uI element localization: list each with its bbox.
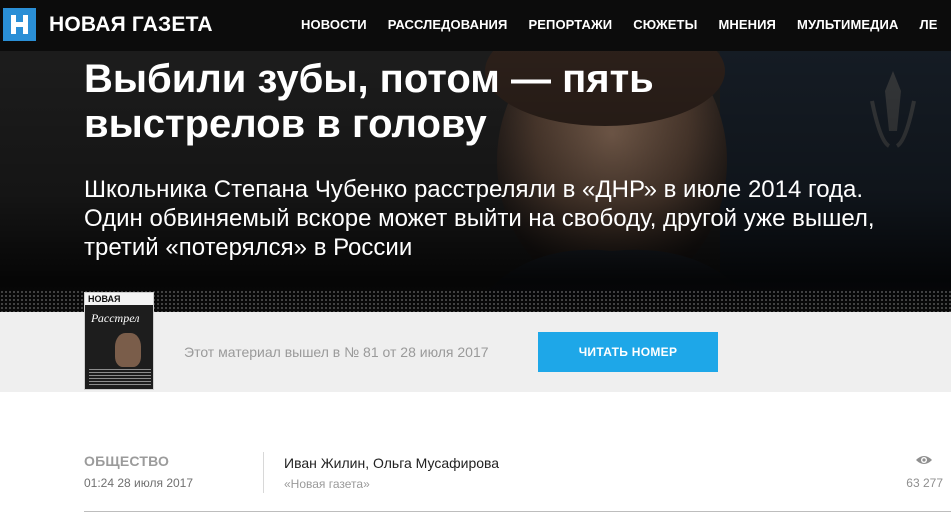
nav-item-truncated[interactable]: ЛЕ xyxy=(919,17,937,32)
issue-strip: НОВАЯ Расстрел Этот материал вышел в № 8… xyxy=(0,292,951,392)
article-authors[interactable]: Иван Жилин, Ольга Мусафирова xyxy=(284,455,499,471)
view-count: 63 277 xyxy=(906,476,943,490)
article-hero: Выбили зубы, потом — пять выстрелов в го… xyxy=(0,51,951,312)
issue-cover-image[interactable]: НОВАЯ Расстрел xyxy=(84,292,154,390)
publish-date: 01:24 28 июля 2017 xyxy=(84,476,194,490)
eye-icon xyxy=(916,456,932,464)
article-lead: Школьника Степана Чубенко расстреляли в … xyxy=(84,176,875,261)
nav-item-multimedia[interactable]: МУЛЬТИМЕДИА xyxy=(797,17,898,32)
nav-item-reports[interactable]: РЕПОРТАЖИ xyxy=(528,17,612,32)
meta-bottom-divider xyxy=(84,511,951,512)
cover-masthead: НОВАЯ xyxy=(85,293,153,305)
nav-item-stories[interactable]: СЮЖЕТЫ xyxy=(633,17,697,32)
article-title: Выбили зубы, потом — пять выстрелов в го… xyxy=(84,57,654,146)
issue-info-text: Этот материал вышел в № 81 от 28 июля 20… xyxy=(184,344,489,360)
meta-divider xyxy=(263,452,264,493)
nav-item-news[interactable]: НОВОСТИ xyxy=(301,17,367,32)
read-issue-button[interactable]: ЧИТАТЬ НОМЕР xyxy=(538,332,718,372)
cover-text-lines xyxy=(89,369,151,387)
article-source: «Новая газета» xyxy=(284,477,370,491)
logo-icon[interactable] xyxy=(3,8,36,41)
cover-title: Расстрел xyxy=(91,311,140,325)
site-logo-text[interactable]: НОВАЯ ГАЗЕТА xyxy=(49,13,213,37)
rubric-link[interactable]: ОБЩЕСТВО xyxy=(84,453,169,469)
cover-photo xyxy=(115,333,141,367)
nav-item-investigations[interactable]: РАССЛЕДОВАНИЯ xyxy=(388,17,508,32)
site-header: НОВАЯ ГАЗЕТА НОВОСТИ РАССЛЕДОВАНИЯ РЕПОР… xyxy=(0,0,951,51)
main-nav: НОВОСТИ РАССЛЕДОВАНИЯ РЕПОРТАЖИ СЮЖЕТЫ М… xyxy=(301,17,951,32)
nav-item-opinions[interactable]: МНЕНИЯ xyxy=(718,17,776,32)
